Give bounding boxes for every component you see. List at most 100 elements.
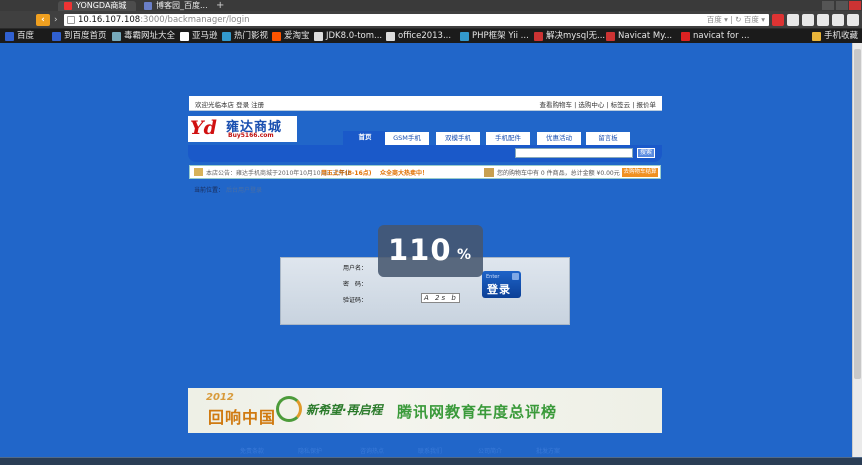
quote-list-link[interactable]: 报价单 bbox=[637, 101, 657, 109]
bookmark-mobile-folder[interactable]: 手机收藏 bbox=[812, 30, 858, 42]
bookmark-jdk[interactable]: JDK8.0-tom... bbox=[314, 30, 382, 42]
bookmark-amazon[interactable]: 亚马逊 bbox=[180, 30, 218, 42]
search-input[interactable] bbox=[515, 148, 633, 158]
checkout-button[interactable]: 去购物车结算 bbox=[622, 168, 658, 177]
bookmark-baidu-home[interactable]: 到百度首页 bbox=[52, 30, 107, 42]
login-link[interactable]: 登录 bbox=[236, 101, 249, 109]
footer-links: 免责条款 隐私保护 咨询热点 联系我们 公司简介 批发方案 bbox=[188, 446, 662, 456]
page-info-icon[interactable] bbox=[67, 16, 75, 24]
bookmark-office[interactable]: office2013... bbox=[386, 30, 451, 42]
extension-icon[interactable] bbox=[772, 14, 784, 26]
tab-cnblogs[interactable]: 博客园_百度... × bbox=[138, 1, 214, 11]
welcome-text: 欢迎光临本店 登录 注册 bbox=[195, 101, 265, 109]
url-host: 10.16.107.108 bbox=[78, 15, 141, 25]
nav-gsm[interactable]: GSM手机 bbox=[385, 132, 429, 145]
bookmark-yii[interactable]: PHP框架 Yii ... bbox=[460, 30, 529, 42]
view-cart-link[interactable]: 查看购物车 bbox=[540, 101, 573, 109]
page-icon bbox=[681, 32, 690, 41]
banner-title: 腾讯网教育年度总评榜 bbox=[397, 403, 558, 421]
breadcrumb: 当前位置： 后台用户登录 bbox=[194, 187, 262, 194]
url-input[interactable]: 10.16.107.108:3000/backmanager/login 百度 … bbox=[64, 14, 769, 26]
login-button-label: 登录 bbox=[487, 283, 511, 296]
bookmarks-bar: 百度 到百度首页 毒霸网址大全 亚马逊 热门影视 爱淘宝 JDK8.0-tom.… bbox=[0, 29, 862, 43]
announcement-icon bbox=[194, 168, 203, 176]
amazon-icon bbox=[180, 32, 189, 41]
login-button-small: Enter bbox=[486, 274, 500, 280]
shopping-center-link[interactable]: 选购中心 bbox=[578, 101, 604, 109]
video-icon bbox=[222, 32, 231, 41]
footer-link-wholesale[interactable]: 批发方案 bbox=[536, 446, 560, 455]
tab-title: 博客园_百度... bbox=[156, 1, 208, 10]
globe-icon bbox=[112, 32, 121, 41]
banner-slogan: 新希望·再启程 bbox=[306, 403, 383, 417]
extension-icon[interactable] bbox=[787, 14, 799, 26]
extension-icon[interactable] bbox=[802, 14, 814, 26]
forward-button[interactable]: › bbox=[54, 14, 58, 26]
footer-link-contact[interactable]: 联系我们 bbox=[418, 446, 442, 455]
site-favicon-icon bbox=[144, 2, 152, 10]
extension-icon[interactable] bbox=[817, 14, 829, 26]
toolbar-icons bbox=[772, 14, 862, 29]
paw-icon bbox=[52, 32, 61, 41]
page-icon bbox=[606, 32, 615, 41]
tab-yongda[interactable]: YONGDA商城 × bbox=[58, 1, 136, 11]
cart-summary: 您的购物车中有 0 件商品，总计金额 ¥0.00元 bbox=[497, 170, 620, 177]
maximize-icon[interactable] bbox=[836, 1, 848, 10]
username-label: 用户名： bbox=[343, 265, 368, 272]
address-toolbar: ‹ › 10.16.107.108:3000/backmanager/login… bbox=[0, 11, 862, 29]
back-button[interactable]: ‹ bbox=[36, 14, 50, 26]
extension-icon[interactable] bbox=[832, 14, 844, 26]
register-link[interactable]: 注册 bbox=[251, 101, 264, 109]
nav-guestbook[interactable]: 留言板 bbox=[586, 132, 630, 145]
bookmark-mysql[interactable]: 解决mysql无... bbox=[534, 30, 605, 42]
scrollbar-thumb[interactable] bbox=[854, 49, 861, 379]
bookmark-navicat[interactable]: Navicat My... bbox=[606, 30, 672, 42]
close-window-icon[interactable] bbox=[849, 1, 861, 10]
search-button[interactable]: 搜索 bbox=[637, 148, 655, 158]
promo-banner[interactable]: 2012 回响中国 新希望·再启程 腾讯网教育年度总评榜 bbox=[188, 388, 662, 433]
page-scrollbar[interactable] bbox=[852, 43, 862, 457]
minimize-icon[interactable] bbox=[822, 1, 834, 10]
bookmark-navicat-for[interactable]: navicat for ... bbox=[681, 30, 749, 42]
page-icon bbox=[314, 32, 323, 41]
taobao-icon bbox=[272, 32, 281, 41]
captcha-image[interactable]: A 2s b bbox=[421, 293, 460, 303]
notice-bar: 本店公告：雍达手机商城于2010年10月10日正式开业 用五上午(8-16点) … bbox=[189, 165, 661, 179]
nav-promotions[interactable]: 优惠活动 bbox=[537, 132, 581, 145]
password-label: 密 码： bbox=[343, 281, 368, 288]
nav-accessories[interactable]: 手机配件 bbox=[486, 132, 530, 145]
site-favicon-icon bbox=[64, 2, 72, 10]
tag-cloud-link[interactable]: 标签云 bbox=[611, 101, 631, 109]
page-icon bbox=[534, 32, 543, 41]
password-input[interactable] bbox=[373, 279, 413, 287]
footer-link-hotline[interactable]: 咨询热点 bbox=[360, 446, 384, 455]
footer-link-about[interactable]: 公司简介 bbox=[478, 446, 502, 455]
url-path: :3000/backmanager/login bbox=[140, 15, 250, 25]
zoom-value: 110 bbox=[388, 233, 452, 267]
nav-dual-mode[interactable]: 双模手机 bbox=[436, 132, 480, 145]
paw-icon bbox=[5, 32, 14, 41]
zoom-unit: % bbox=[457, 247, 472, 263]
folder-icon bbox=[812, 32, 821, 41]
footer-link-disclaimer[interactable]: 免责条款 bbox=[240, 446, 264, 455]
search-bar: 搜索 bbox=[188, 145, 662, 162]
login-button[interactable]: Enter 登录 bbox=[482, 271, 521, 298]
bookmark-duba[interactable]: 毒霸网址大全 bbox=[112, 30, 175, 42]
zoom-indicator: 110 % bbox=[378, 225, 483, 277]
top-links: 查看购物车 | 选购中心 | 标签云 | 报价单 bbox=[539, 101, 657, 109]
banner-headline: 回响中国 bbox=[208, 408, 277, 427]
breadcrumb-current: 后台用户登录 bbox=[225, 187, 262, 194]
notice-hours: 用五上午(8-16点) bbox=[321, 170, 372, 177]
os-taskbar bbox=[0, 457, 862, 465]
site-top-strip: 欢迎光临本店 登录 注册 查看购物车 | 选购中心 | 标签云 | 报价单 bbox=[189, 96, 662, 111]
nav-home[interactable]: 首页 bbox=[343, 131, 387, 145]
bookmark-baidu[interactable]: 百度 bbox=[5, 30, 34, 42]
menu-icon[interactable] bbox=[847, 14, 859, 26]
footer-link-privacy[interactable]: 隐私保护 bbox=[298, 446, 322, 455]
bookmark-hot-video[interactable]: 热门影视 bbox=[222, 30, 268, 42]
search-engine-selector[interactable]: 百度 ▾ | ↻ 百度 ▾ bbox=[707, 14, 765, 26]
new-tab-button[interactable]: + bbox=[216, 0, 224, 11]
page-icon bbox=[460, 32, 469, 41]
bookmark-taobao[interactable]: 爱淘宝 bbox=[272, 30, 310, 42]
notice-promo: 众全商大热卖中！ bbox=[380, 170, 429, 177]
